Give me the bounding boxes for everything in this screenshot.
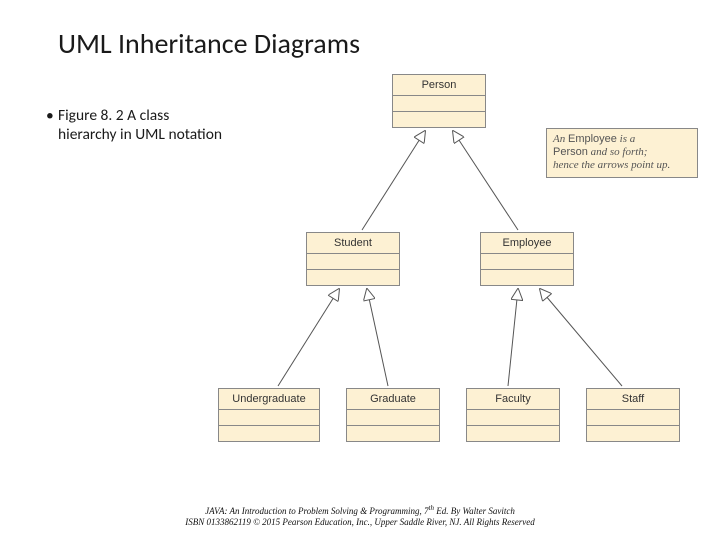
uml-class-name: Graduate — [347, 389, 439, 410]
uml-operations — [307, 270, 399, 285]
bullet-icon: • — [46, 106, 54, 125]
page-title: UML Inheritance Diagrams — [58, 26, 360, 61]
uml-class-staff: Staff — [586, 388, 680, 442]
arrow-graduate-student — [367, 289, 388, 386]
uml-class-name: Person — [393, 75, 485, 96]
uml-class-undergraduate: Undergraduate — [218, 388, 320, 442]
uml-attributes — [219, 410, 319, 426]
slide-footer: JAVA: An Introduction to Problem Solving… — [0, 504, 720, 529]
uml-operations — [347, 426, 439, 441]
uml-attributes — [481, 254, 573, 270]
uml-class-name: Staff — [587, 389, 679, 410]
uml-operations — [467, 426, 559, 441]
uml-class-faculty: Faculty — [466, 388, 560, 442]
arrow-student-person — [362, 131, 425, 230]
annotation-callout: An Employee is a Person and so forth; he… — [546, 128, 698, 178]
callout-text: hence the arrows point up. — [553, 159, 670, 171]
callout-em: Employee — [568, 133, 617, 145]
figure-caption-text: Figure 8. 2 A class hierarchy in UML not… — [58, 106, 222, 144]
uml-attributes — [347, 410, 439, 426]
figure-caption: • Figure 8. 2 A class hierarchy in UML n… — [58, 106, 228, 145]
uml-class-name: Faculty — [467, 389, 559, 410]
footer-line1b: Ed. By Walter Savitch — [434, 506, 515, 516]
arrow-employee-person — [453, 131, 518, 230]
callout-text: An — [553, 133, 568, 145]
uml-operations — [393, 112, 485, 127]
uml-class-name: Undergraduate — [219, 389, 319, 410]
footer-line1: JAVA: An Introduction to Problem Solving… — [205, 506, 428, 516]
arrow-faculty-employee — [508, 289, 518, 386]
uml-class-student: Student — [306, 232, 400, 286]
uml-operations — [219, 426, 319, 441]
callout-em: Person — [553, 146, 588, 158]
callout-text: and so forth; — [588, 146, 648, 158]
uml-attributes — [467, 410, 559, 426]
uml-class-name: Employee — [481, 233, 573, 254]
callout-text: is a — [617, 133, 635, 145]
uml-attributes — [587, 410, 679, 426]
uml-attributes — [393, 96, 485, 112]
uml-attributes — [307, 254, 399, 270]
uml-operations — [587, 426, 679, 441]
arrow-staff-employee — [540, 289, 622, 386]
uml-class-graduate: Graduate — [346, 388, 440, 442]
footer-line2: ISBN 0133862119 © 2015 Pearson Education… — [185, 517, 534, 527]
uml-class-employee: Employee — [480, 232, 574, 286]
uml-operations — [481, 270, 573, 285]
uml-class-person: Person — [392, 74, 486, 128]
uml-class-name: Student — [307, 233, 399, 254]
arrow-undergraduate-student — [278, 289, 339, 386]
